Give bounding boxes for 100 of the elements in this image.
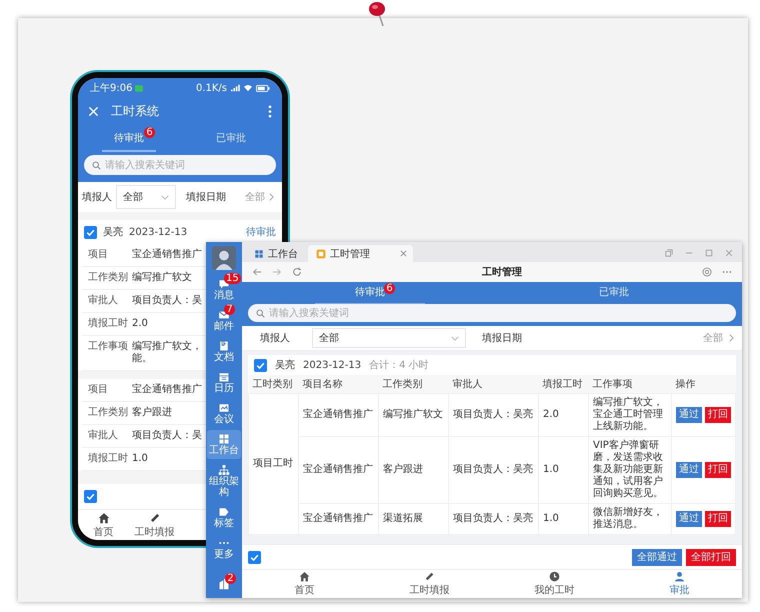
pencil-icon [424,571,435,582]
reject-button[interactable]: 打回 [705,407,731,423]
signal-icon [230,84,240,92]
filter-label: 填报日期 [482,332,522,345]
table-cell: 客户跟进 [378,436,448,504]
network-speed: 0.1K/s [196,82,227,94]
checkbox[interactable] [84,226,97,238]
approve-all-button[interactable]: 全部通过 [632,548,682,566]
chevron-right-icon [729,334,734,342]
field-value: 客户跟进 [132,407,172,419]
nav-item[interactable]: 首页 [242,570,367,598]
field-label: 工作类别 [88,272,128,284]
field-value: 编写推广软文， 能。 [132,341,202,365]
field-value: 宝企通销售推广 [132,249,202,261]
total-hours: 合计：4 小时 [369,358,429,372]
table-cell: 1.0 [538,504,588,534]
maximize-icon[interactable] [705,249,713,257]
field-label: 填报工时 [88,453,128,465]
reporter-dropdown[interactable]: 全部 [312,328,466,348]
nav-item[interactable]: 审批 [617,570,742,598]
column-header: 填报工时 [538,375,588,394]
close-icon[interactable] [400,250,407,257]
settings-icon[interactable] [702,267,712,277]
tab[interactable]: 已审批 [210,126,252,152]
grid-icon [218,433,230,445]
field-value: 项目负责人：吴 [132,430,202,442]
nav-item[interactable]: 首页 [78,510,129,540]
checkbox[interactable] [84,490,97,503]
home-icon [98,512,110,524]
approve-button[interactable]: 通过 [676,511,702,527]
count-badge: 6 [144,127,155,138]
person-icon [674,571,685,582]
tab[interactable]: 已审批 [593,281,635,305]
sidebar-item[interactable]: 组织架构 [207,461,241,501]
chevron-right-icon [269,193,274,201]
sidebar-item[interactable]: 邮件 7 [207,306,241,335]
table-cell: 1.0 [538,436,588,504]
reject-all-button[interactable]: 全部打回 [686,548,736,566]
reject-button[interactable]: 打回 [705,462,731,478]
forward-icon[interactable] [272,267,282,277]
reject-button[interactable]: 打回 [705,511,731,527]
table-cell: 项目负责人：吴亮 [448,504,538,534]
column-header: 审批人 [448,375,538,394]
refresh-icon[interactable] [292,267,302,277]
close-icon[interactable] [725,249,733,257]
document-icon [218,340,230,352]
back-icon[interactable] [252,267,262,277]
table-cell: 项目负责人：吴亮 [448,394,538,436]
column-header: 工作类别 [378,375,448,394]
table-cell: 微信新增好友，推送消息。 [588,504,672,534]
reporter-dropdown[interactable]: 全部 [116,185,176,209]
approve-button[interactable]: 通过 [676,462,702,478]
home-icon [299,571,310,582]
sidebar-item[interactable]: 标签 [207,503,241,532]
column-header: 项目名称 [298,375,378,394]
table-cell: 宝企通销售推广 [298,394,378,436]
tag-icon [218,506,230,518]
search-icon [92,160,101,170]
nav-item[interactable]: 工时填报 [367,570,492,598]
date-filter[interactable]: 全部 [245,190,265,204]
field-label: 工作事项 [88,341,128,354]
date-filter[interactable]: 全部 [703,331,723,345]
nav-item[interactable]: 我的工时 [492,570,617,598]
table-cell: 编写推广软文，宝企通工时管理上线新功能。 [588,394,672,436]
field-label: 项目 [88,384,109,396]
sidebar-item[interactable]: 日历 [207,368,241,397]
field-label: 填报工时 [88,318,128,330]
browser-tab[interactable]: 工作台 [246,245,306,262]
field-value: 编写推广软文 [132,272,192,284]
checkbox[interactable] [254,358,267,372]
nav-item[interactable]: 工时填报 [129,510,180,540]
sidebar-item[interactable]: 文档 [207,337,241,366]
checkbox[interactable] [248,550,261,564]
chevron-down-icon [161,194,169,200]
field-value: 2.0 [132,318,148,330]
sidebar-item[interactable]: 消息 15 [207,275,241,304]
browser-tab[interactable]: 工时管理 [308,245,413,262]
field-value: 1.0 [132,453,148,465]
chat-app-icon [135,84,144,92]
column-header: 工作事项 [588,375,672,394]
column-header: 工时类别 [248,375,298,394]
sidebar-item[interactable]: 工作台 [207,430,241,459]
approve-button[interactable]: 通过 [676,407,702,423]
search-icon [256,308,265,318]
reporter-name: 吴亮 [103,226,123,239]
avatar[interactable] [212,246,236,270]
grid-icon [254,248,264,258]
search-field[interactable]: 请输入搜索关键词 [248,304,736,322]
table-cell: 宝企通销售推广 [298,436,378,504]
restore-icon[interactable] [665,249,673,257]
more-icon[interactable] [268,104,272,118]
status-link[interactable]: 待审批 [246,225,276,239]
sidebar-item[interactable]: 会议 [207,399,241,428]
filter-label: 填报人 [259,332,291,345]
search-field[interactable]: 请输入搜索关键词 [84,155,276,175]
filter-label: 填报人 [82,190,112,204]
sidebar-item[interactable]: 更多 [207,534,241,563]
org-chart-icon [218,464,230,476]
field-label: 审批人 [88,295,119,307]
status-time: 上午9:06 [90,82,132,95]
